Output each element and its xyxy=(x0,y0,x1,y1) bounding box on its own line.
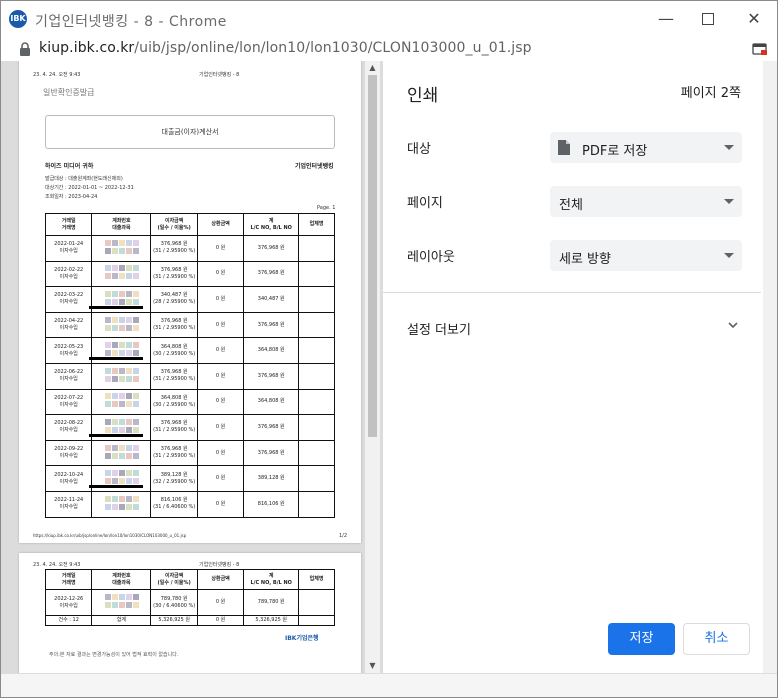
address-bar[interactable]: kiup.ibk.co.kr/uib/jsp/online/lon/lon10/… xyxy=(1,37,777,61)
table-row: 2022-02-22 이자수입 376,968 원 (31 / 2.95900 %) 0… xyxy=(44,260,335,288)
destination-select[interactable]: PDF로 저장 xyxy=(550,132,742,163)
chevron-down-icon xyxy=(724,253,734,258)
redacted-account xyxy=(101,442,141,462)
panel-scrollbar[interactable] xyxy=(763,61,777,673)
redacted-account xyxy=(101,416,141,436)
col-total: 계 L/C NO, B/L NO xyxy=(243,213,300,236)
bank-name: 기업인터넷뱅킹 xyxy=(295,163,334,170)
doc-title: 대출금(이자)계산서 xyxy=(161,128,219,136)
pages-value: 전체 xyxy=(559,198,583,213)
col-account: 계좌번호 대출과목 xyxy=(91,213,152,236)
close-icon[interactable]: ✕ xyxy=(739,7,769,31)
doc-header-date-2: 23. 4. 24. 오전 9:43 xyxy=(33,562,81,568)
maximize-icon[interactable] xyxy=(693,7,723,31)
sum-interest: 5,326,925 원 xyxy=(150,615,198,626)
notice-text: 주의:본 자료 결과는 변경가능성이 있어 법적 효력이 없습니다. xyxy=(49,652,179,658)
lock-icon xyxy=(20,42,30,56)
table-row: 2022-11-24 이자수입 816,106 원 (31 / 6.40600 %) 0… xyxy=(44,490,335,518)
scroll-up-icon[interactable]: ▲ xyxy=(365,61,380,75)
table-row: 2022-01-24 이자수입 376,968 원 (31 / 2.95900 %) 0… xyxy=(44,235,335,262)
redacted-account xyxy=(101,339,141,359)
redacted-account xyxy=(101,288,141,308)
window-title: 기업인터넷뱅킹 - 8 - Chrome xyxy=(35,14,227,30)
scroll-thumb[interactable] xyxy=(368,75,377,437)
pages-select[interactable]: 전체 xyxy=(550,186,742,217)
page-count: 페이지 2쪽 xyxy=(680,86,741,101)
redacted-account xyxy=(101,390,141,410)
interest-table: 거래일 거래명 계좌번호 대출과목 이자금액 (일수 / 이율%) 상환금액 계… xyxy=(44,213,335,518)
table-row: 2022-12-26 이자수입 789,780 원 (30 / 6.40600 %)… xyxy=(44,589,335,616)
file-icon xyxy=(558,140,570,155)
status-bar xyxy=(1,673,777,697)
layout-label: 레이아웃 xyxy=(407,250,455,265)
divider xyxy=(383,292,761,293)
sum-repay: 0 원 xyxy=(196,615,245,626)
url-text[interactable]: kiup.ibk.co.kr/uib/jsp/online/lon/lon10/… xyxy=(39,40,532,56)
pages-label: 페이지 xyxy=(407,196,443,211)
redacted-account xyxy=(101,591,141,611)
more-settings-toggle[interactable]: 설정 더보기 xyxy=(383,309,761,343)
chevron-down-icon xyxy=(724,145,734,150)
cert-label: 일반확인증발급 xyxy=(43,88,95,97)
doc-header-title-2: 기업인터넷뱅킹 - 8 xyxy=(199,562,240,568)
table-row: 2022-09-22 이자수입 376,968 원 (31 / 2.95900 %) 0… xyxy=(44,439,335,467)
page-label: Page. 1 xyxy=(317,205,336,211)
meta-target: 발급대상 : 대출원계좌(현도래신제외) xyxy=(45,176,123,182)
save-button[interactable]: 저장 xyxy=(608,623,675,655)
col-repay: 상환금액 xyxy=(196,213,245,236)
destination-label: 대상 xyxy=(407,142,431,157)
table-row: 2022-04-22 이자수입 376,968 원 (31 / 2.95900 %) 0… xyxy=(44,311,335,339)
table-header: 거래일 거래명 계좌번호 대출과목 이자금액 (일수 / 이율%) 상환금액 계… xyxy=(44,213,335,236)
meta-period: 대상기간 : 2022-01-01 ~ 2022-12-31 xyxy=(45,185,134,191)
redacted-account xyxy=(101,493,141,513)
print-preview[interactable]: 23. 4. 24. 오전 9:43 기업인터넷뱅킹 - 8 일반확인증발급 대… xyxy=(1,61,383,673)
ibk-logo: IBK기업은행 xyxy=(285,635,319,642)
doc-title-box: 대출금(이자)계산서 xyxy=(45,115,335,149)
layout-value: 세로 방향 xyxy=(559,252,611,267)
redacted-account xyxy=(101,314,141,334)
sum-total: 5,326,925 원 xyxy=(243,615,300,626)
redaction-bar xyxy=(89,306,143,310)
chevron-down-icon xyxy=(724,199,734,204)
meta-date: 조회일자 : 2023-04-24 xyxy=(45,194,98,200)
summary-row: 건수 : 12 합계 5,326,925 원 0 원 5,326,925 원 xyxy=(44,615,335,626)
recipient: 하이즈 미디어 귀하 xyxy=(45,163,94,170)
redaction-bar xyxy=(89,357,143,361)
layout-select[interactable]: 세로 방향 xyxy=(550,240,742,271)
table-row: 2022-06-22 이자수입 376,968 원 (31 / 2.95900 %) 0… xyxy=(44,362,335,390)
sum-count: 건수 : 12 xyxy=(44,615,93,626)
print-title: 인쇄 xyxy=(407,86,439,106)
doc-header-date: 23. 4. 24. 오전 9:43 xyxy=(33,72,81,78)
redacted-account xyxy=(101,237,141,257)
minimize-icon[interactable]: — xyxy=(651,7,681,31)
popup-window-icon[interactable] xyxy=(752,41,768,57)
sum-label: 합계 xyxy=(91,615,152,626)
redacted-account xyxy=(101,365,141,385)
chrome-window: IBK 기업인터넷뱅킹 - 8 - Chrome — ✕ kiup.ibk.co… xyxy=(0,0,778,698)
preview-page-1: 23. 4. 24. 오전 9:43 기업인터넷뱅킹 - 8 일반확인증발급 대… xyxy=(19,61,361,543)
interest-table-2: 거래일 거래명 계좌번호 대출과목 이자금액 (일수 / 이율%) 상환금액 계… xyxy=(44,569,335,626)
redaction-bar xyxy=(89,485,143,489)
table-header-2: 거래일 거래명 계좌번호 대출과목 이자금액 (일수 / 이율%) 상환금액 계… xyxy=(44,569,335,590)
preview-scrollbar[interactable]: ▲ ▼ xyxy=(365,61,380,673)
cancel-button[interactable]: 취소 xyxy=(683,623,750,655)
redaction-bar xyxy=(89,434,143,438)
expand-chevron-icon xyxy=(728,322,738,329)
redacted-account xyxy=(101,262,141,282)
col-interest: 이자금액 (일수 / 이율%) xyxy=(150,213,198,236)
more-settings-label: 설정 더보기 xyxy=(407,323,471,338)
footer-page: 1/2 xyxy=(339,533,348,539)
destination-value: PDF로 저장 xyxy=(582,144,648,159)
col-company: 업체명 xyxy=(298,213,335,236)
ibk-app-icon: IBK xyxy=(9,10,27,28)
preview-page-2: 23. 4. 24. 오전 9:43 기업인터넷뱅킹 - 8 거래일 거래명 계… xyxy=(19,553,361,673)
col-date: 거래일 거래명 xyxy=(44,213,93,236)
redacted-account xyxy=(101,467,141,487)
footer-url: https://kiup.ibk.co.kr/uib/jsp/online/lo… xyxy=(33,533,187,538)
title-bar: IBK 기업인터넷뱅킹 - 8 - Chrome — ✕ xyxy=(1,1,777,37)
table-row: 2022-07-22 이자수입 364,808 원 (30 / 2.95900 %) 0… xyxy=(44,388,335,416)
doc-header-title: 기업인터넷뱅킹 - 8 xyxy=(199,72,240,78)
print-settings-panel: 인쇄 페이지 2쪽 대상 PDF로 저장 페이지 전체 레이아웃 세로 방향 설… xyxy=(383,61,761,673)
scroll-down-icon[interactable]: ▼ xyxy=(365,659,380,673)
